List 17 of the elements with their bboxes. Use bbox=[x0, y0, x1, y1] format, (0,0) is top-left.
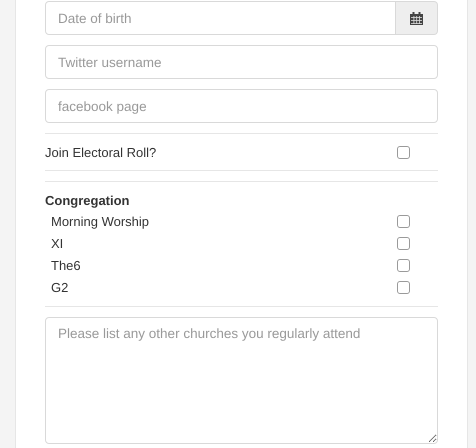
checkbox[interactable] bbox=[397, 214, 410, 228]
other-churches-field[interactable]: Please list any other churches you regularly attend bbox=[45, 317, 438, 444]
option-label: XI bbox=[51, 236, 64, 250]
checkbox[interactable] bbox=[397, 280, 410, 294]
twitter-username-field[interactable]: Twitter username bbox=[45, 45, 438, 79]
checkbox[interactable] bbox=[397, 258, 410, 272]
option-label: The6 bbox=[51, 258, 81, 272]
calendar-icon bbox=[410, 12, 423, 24]
date-of-birth-field[interactable]: Date of birth bbox=[45, 1, 396, 35]
option-label: G2 bbox=[51, 280, 68, 294]
checkbox[interactable] bbox=[397, 146, 410, 158]
calendar-button[interactable] bbox=[396, 1, 438, 35]
electoral-roll-label: Join Electoral Roll? bbox=[45, 144, 156, 160]
checkbox[interactable] bbox=[397, 236, 410, 250]
option-label: Morning Worship bbox=[51, 214, 150, 228]
facebook-page-field[interactable]: facebook page bbox=[45, 89, 438, 123]
congregation-heading: Congregation bbox=[45, 192, 130, 210]
